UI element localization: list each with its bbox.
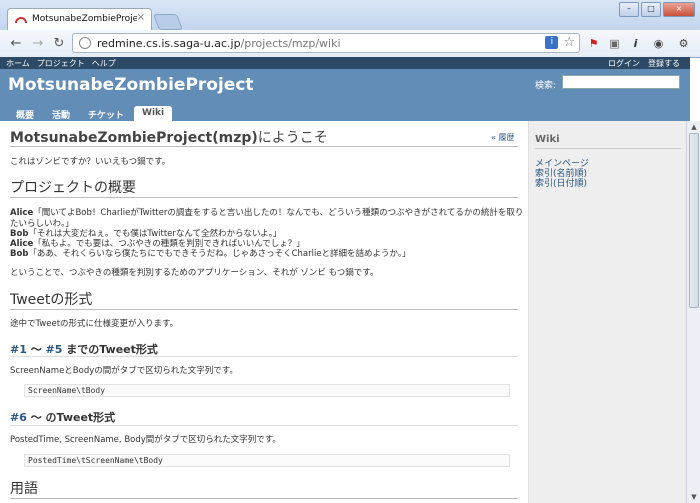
redmine-favicon-icon (15, 17, 27, 24)
page-title: MotsunabeZombieProject(mzp)にようこそ (10, 127, 328, 147)
format-v1-desc: ScreenNameとBodyの間がタブで区切られた文字列です。 (10, 366, 238, 376)
intro-text: これはゾンビですか？いいえもつ鍋です。 (10, 157, 171, 167)
dialog-line: Bob「ああ、それくらいなら僕たちにでもできそうだね。じゃあさっそくCharli… (10, 249, 411, 260)
top-menu-home[interactable]: ホーム (6, 58, 30, 69)
search-input[interactable] (562, 75, 680, 89)
extension-info-icon[interactable]: i (628, 36, 643, 51)
minimize-button[interactable]: – (619, 2, 639, 17)
wrench-menu-icon[interactable]: ⚙ (676, 36, 691, 51)
tab-issues[interactable]: チケット (80, 106, 132, 121)
vertical-scrollbar[interactable]: ▲ ▼ (686, 121, 700, 503)
glossary-heading: 用語 (10, 481, 38, 497)
page-info-icon[interactable] (79, 37, 91, 49)
issue-link[interactable]: #5 (46, 343, 63, 356)
tweet-note: 途中でTweetの形式に仕様変更が入ります。 (10, 319, 179, 329)
sidebar-link-index-by-date[interactable]: 索引(日付順) (535, 176, 587, 189)
top-menu-projects[interactable]: プロジェクト (37, 58, 85, 69)
speaker-name: Bob (10, 249, 29, 259)
address-bar[interactable]: redmine.cs.is.saga-u.ac.jp/projects/mzp/… (72, 33, 580, 53)
dialog-line: Alice「聞いてよBob！CharlieがTwitterの調査をすると言い出し… (10, 208, 523, 219)
extension-flag-icon[interactable]: ⚑ (586, 36, 601, 51)
window-controls: – □ × (619, 2, 695, 17)
sidebar-divider (535, 148, 681, 149)
url-host: redmine.cs.is.saga-u.ac.jp (97, 37, 241, 50)
dialog-line: Bob「それは大変だねぇ。でも僕はTwitterなんて全然わからないよ。」 (10, 229, 282, 240)
format-v1-code: ScreenName\tBody (24, 384, 510, 397)
heading-rest: までのTweet形式 (62, 343, 158, 356)
project-title: MotsunabeZombieProject (8, 75, 254, 95)
tab-activity[interactable]: 活動 (44, 106, 78, 121)
dialog-line: たいらしいわ。」 (10, 219, 74, 230)
format-v2-heading: #6 〜 のTweet形式 (10, 409, 115, 425)
project-header: MotsunabeZombieProject 検索: 概要 活動 チケット Wi… (0, 69, 690, 123)
top-menu-left: ホーム プロジェクト ヘルプ (6, 58, 116, 69)
title-divider (10, 146, 518, 147)
overview-divider (10, 197, 518, 198)
browser-toolbar: ← → ↻ redmine.cs.is.saga-u.ac.jp/project… (0, 30, 700, 57)
page-title-bold: MotsunabeZombieProject(mzp) (10, 130, 258, 146)
history-link[interactable]: « 履歴 (491, 132, 514, 143)
maximize-button[interactable]: □ (641, 2, 661, 17)
top-menu-help[interactable]: ヘルプ (92, 58, 116, 69)
heading-sep: 〜 (26, 343, 46, 356)
bookmark-star-icon[interactable]: ☆ (563, 36, 575, 49)
dialog-text: 「それは大変だねぇ。でも僕はTwitterなんて全然わからないよ。」 (28, 229, 282, 239)
top-menu-right: ログイン 登録する (608, 58, 680, 69)
summary-text: ということで、つぶやきの種類を判別するためのアプリケーション、それが ゾンビ も… (10, 268, 379, 278)
page-title-rest: にようこそ (257, 130, 328, 146)
dialog-text: 「ああ、それくらいなら僕たちにでもできそうだね。じゃあさっそくCharlieと詳… (28, 249, 411, 259)
scroll-down-arrow-icon[interactable]: ▼ (687, 491, 700, 503)
issue-link[interactable]: #6 (10, 411, 27, 424)
address-url: redmine.cs.is.saga-u.ac.jp/projects/mzp/… (97, 37, 341, 50)
speaker-name: Bob (10, 229, 29, 239)
tab-overview[interactable]: 概要 (8, 106, 42, 121)
close-window-button[interactable]: × (663, 2, 695, 17)
new-tab-button[interactable] (153, 14, 183, 30)
format-v1-divider (10, 356, 518, 357)
reload-icon[interactable]: ↻ (51, 36, 67, 52)
scroll-thumb[interactable] (689, 133, 699, 308)
heading-rest: 〜 のTweet形式 (26, 411, 116, 424)
wiki-content: MotsunabeZombieProject(mzp)にようこそ « 履歴 これ… (0, 121, 528, 503)
speaker-name: Alice (10, 208, 34, 218)
format-v1-heading: #1 〜 #5 までのTweet形式 (10, 341, 158, 357)
speaker-name: Alice (10, 239, 34, 249)
overview-heading: プロジェクトの概要 (10, 180, 136, 196)
tab-title: MotsunabeZombieProjec (32, 14, 137, 24)
browser-chrome: MotsunabeZombieProjec × – □ × ← → ↻ redm… (0, 0, 700, 58)
login-link[interactable]: ログイン (608, 58, 640, 69)
page-menu-icon[interactable]: ◉ (651, 36, 666, 51)
issue-link[interactable]: #1 (10, 343, 27, 356)
top-menu: ホーム プロジェクト ヘルプ ログイン 登録する (0, 57, 690, 69)
format-v2-code: PostedTime\tScreenName\tBody (24, 454, 510, 467)
back-arrow-icon[interactable]: ← (8, 36, 24, 52)
sidebar-heading: Wiki (535, 134, 560, 145)
dialog-text: たいらしいわ。」 (10, 219, 74, 229)
tab-close-icon[interactable]: × (137, 12, 145, 23)
search-label: 検索: (535, 81, 557, 91)
extension-box-icon[interactable]: ▣ (607, 36, 622, 51)
info-badge-icon[interactable]: i (545, 36, 559, 49)
dialog-text: 「私もよ。でも要は、つぶやきの種類を判別できればいいんでしょ？」 (33, 239, 305, 249)
tweet-divider (10, 309, 518, 310)
url-path: /projects/mzp/wiki (240, 37, 341, 50)
scroll-up-arrow-icon[interactable]: ▲ (687, 121, 700, 133)
dialog-line: Alice「私もよ。でも要は、つぶやきの種類を判別できればいいんでしょ？」 (10, 239, 305, 250)
browser-tab[interactable]: MotsunabeZombieProjec × (7, 8, 152, 30)
omnibox-actions: i ☆ (545, 36, 575, 49)
format-v2-divider (10, 425, 518, 426)
history-icon: « (491, 133, 496, 142)
glossary-divider (10, 498, 518, 499)
title-bar: MotsunabeZombieProjec × – □ × (0, 0, 700, 30)
forward-arrow-icon[interactable]: → (30, 36, 46, 52)
tweet-format-heading: Tweetの形式 (10, 292, 93, 308)
dialog-text: 「聞いてよBob！CharlieがTwitterの調査をすると言い出したの！なん… (33, 208, 524, 218)
register-link[interactable]: 登録する (648, 58, 680, 69)
history-label: 履歴 (498, 133, 515, 142)
format-v2-desc: PostedTime, ScreenName, Body間がタブで区切られた文字… (10, 435, 281, 445)
sidebar: Wiki メインページ 索引(名前順) 索引(日付順) (528, 121, 687, 503)
